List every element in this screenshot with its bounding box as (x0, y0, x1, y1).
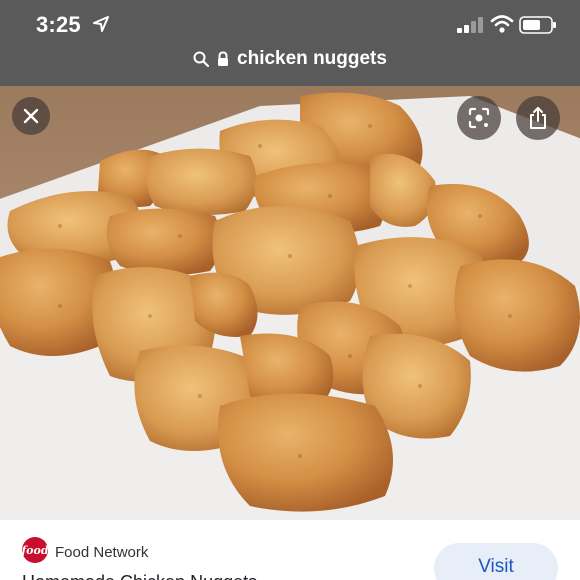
status-time: 3:25 (36, 12, 81, 37)
wifi-icon (490, 15, 514, 33)
share-button[interactable] (516, 96, 560, 140)
address-bar-query: chicken nuggets (237, 48, 387, 69)
result-image (0, 86, 580, 520)
battery-icon (519, 16, 556, 34)
cellular-signal-icon (457, 17, 483, 33)
close-icon (23, 108, 39, 124)
status-and-address-bar: 3:25 chicken nuggets (0, 0, 580, 86)
location-arrow-icon (93, 16, 109, 32)
search-icon (193, 51, 210, 67)
visit-button[interactable]: Visit (434, 543, 558, 580)
nuggets-photo (0, 86, 580, 520)
close-button[interactable] (12, 97, 50, 135)
source-name: Food Network (55, 544, 149, 561)
share-icon (530, 107, 546, 129)
food-network-logo: food (21, 537, 49, 563)
lock-icon (218, 51, 229, 66)
result-title[interactable]: Homemade Chicken Nuggets (22, 572, 257, 580)
address-bar[interactable]: chicken nuggets (0, 44, 580, 74)
lens-icon (468, 107, 490, 129)
lens-search-button[interactable] (457, 96, 501, 140)
